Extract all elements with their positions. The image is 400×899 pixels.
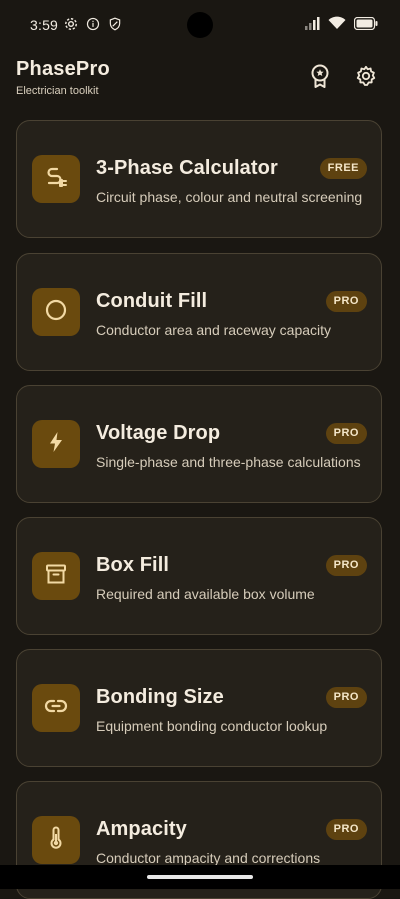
tool-description: Circuit phase, colour and neutral screen… — [96, 189, 363, 205]
bolt-icon — [44, 430, 68, 459]
tool-description: Conductor ampacity and corrections — [96, 850, 321, 866]
tool-card-conduit-fill[interactable]: Conduit Fill Conductor area and raceway … — [16, 253, 382, 371]
tool-icon-tile — [32, 420, 80, 468]
home-gesture-handle[interactable] — [147, 875, 253, 879]
tool-card-box-fill[interactable]: Box Fill Required and available box volu… — [16, 517, 382, 635]
tool-title: Ampacity — [96, 818, 187, 840]
circle-icon — [44, 298, 68, 327]
plan-badge: PRO — [325, 291, 367, 312]
link-icon — [44, 694, 68, 723]
tool-icon-tile — [32, 684, 80, 732]
tool-icon-tile — [32, 552, 80, 600]
thermometer-icon — [44, 826, 68, 855]
tool-card-3-phase-calculator[interactable]: 3-Phase Calculator Circuit phase, colour… — [16, 120, 382, 238]
tool-card-bonding-size[interactable]: Bonding Size Equipment bonding conductor… — [16, 649, 382, 767]
tool-description: Conductor area and raceway capacity — [96, 322, 332, 338]
tool-list: 3-Phase Calculator Circuit phase, colour… — [0, 0, 400, 899]
tool-title: Box Fill — [96, 554, 170, 576]
tool-title: 3-Phase Calculator — [96, 157, 278, 179]
navigation-bar — [0, 865, 400, 889]
tool-title: Conduit Fill — [96, 290, 208, 312]
plan-badge: PRO — [325, 687, 367, 708]
tool-title: Voltage Drop — [96, 422, 221, 444]
tool-title: Bonding Size — [96, 686, 224, 708]
plug-icon — [44, 165, 68, 194]
tool-description: Single-phase and three-phase calculation… — [96, 454, 361, 470]
plan-badge: FREE — [319, 158, 367, 179]
tool-description: Required and available box volume — [96, 586, 315, 602]
archive-box-icon — [44, 562, 68, 591]
plan-badge: PRO — [325, 555, 367, 576]
plan-badge: PRO — [325, 423, 367, 444]
tool-description: Equipment bonding conductor lookup — [96, 718, 328, 734]
plan-badge: PRO — [325, 819, 367, 840]
tool-icon-tile — [32, 816, 80, 864]
tool-card-voltage-drop[interactable]: Voltage Drop Single-phase and three-phas… — [16, 385, 382, 503]
tool-icon-tile — [32, 288, 80, 336]
tool-icon-tile — [32, 155, 80, 203]
